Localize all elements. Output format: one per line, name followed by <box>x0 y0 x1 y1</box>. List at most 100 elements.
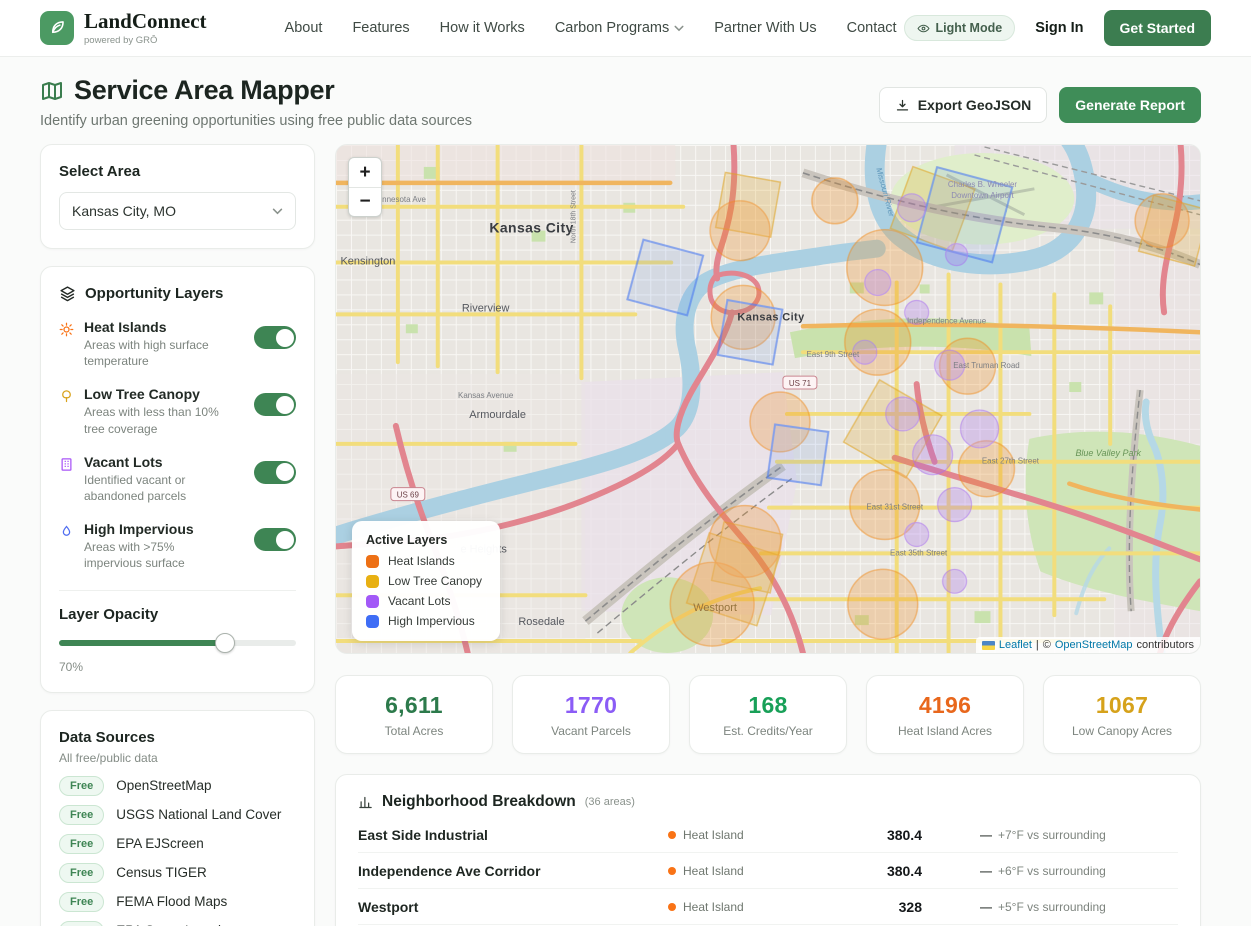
leaflet-link[interactable]: Leaflet <box>999 639 1032 651</box>
slider-thumb[interactable] <box>215 633 235 653</box>
divider <box>59 590 296 591</box>
stat-value: 1770 <box>519 692 663 719</box>
acreage-value: 380.4 <box>838 827 948 843</box>
zoom-in-button[interactable]: + <box>349 158 381 187</box>
stat-total-acres: 6,611 Total Acres <box>335 675 493 754</box>
heat-island-dot <box>668 831 676 839</box>
light-mode-toggle[interactable]: Light Mode <box>904 15 1016 41</box>
map-zoom-control: + − <box>348 157 382 217</box>
light-mode-label: Light Mode <box>936 21 1003 35</box>
attribution-suffix: contributors <box>1137 639 1194 651</box>
sign-in-link[interactable]: Sign In <box>1035 20 1083 36</box>
stat-est-credits: 168 Est. Credits/Year <box>689 675 847 754</box>
select-area-heading: Select Area <box>59 163 296 180</box>
layer-name: Heat Islands <box>84 319 244 335</box>
nav-carbon-programs-label: Carbon Programs <box>555 20 669 36</box>
breakdown-row: East Side Industrial Heat Island 380.4 —… <box>358 817 1178 852</box>
vacant-lots-toggle[interactable] <box>254 461 296 484</box>
layer-row-low-tree-canopy: Low Tree Canopy Areas with less than 10%… <box>59 386 296 436</box>
content-column: US 71US 69 Kansas CityKansas CityKensing… <box>335 144 1201 926</box>
heat-islands-toggle[interactable] <box>254 326 296 349</box>
opacity-value: 70% <box>59 660 296 674</box>
stats-row: 6,611 Total Acres 1770 Vacant Parcels 16… <box>335 675 1201 754</box>
nav-contact[interactable]: Contact <box>847 20 897 36</box>
layer-name: Vacant Lots <box>84 454 244 470</box>
free-badge: Free <box>59 892 104 912</box>
temperature-delta: —+5°F vs surrounding <box>948 900 1178 914</box>
svg-text:Kensington: Kensington <box>340 256 395 268</box>
svg-text:Charles B. Wheeler: Charles B. Wheeler <box>948 180 1017 189</box>
stat-label: Low Canopy Acres <box>1050 724 1194 738</box>
low-tree-canopy-swatch <box>366 575 379 588</box>
zoom-out-button[interactable]: − <box>349 187 381 216</box>
opacity-label: Layer Opacity <box>59 606 296 623</box>
stat-low-canopy-acres: 1067 Low Canopy Acres <box>1043 675 1201 754</box>
opacity-slider[interactable] <box>59 633 296 653</box>
stat-value: 6,611 <box>342 692 486 719</box>
legend-item: Heat Islands <box>366 554 482 568</box>
heat-island-tag: Heat Island <box>668 828 838 842</box>
breakdown-row: Independence Ave Corridor Heat Island 38… <box>358 852 1178 888</box>
breakdown-count: (36 areas) <box>585 796 635 808</box>
legend-label: Vacant Lots <box>388 594 450 608</box>
bar-chart-icon <box>358 795 373 810</box>
layers-heading: Opportunity Layers <box>85 285 223 302</box>
heat-island-dot <box>668 903 676 911</box>
dash-icon: — <box>980 828 992 842</box>
leaf-icon <box>48 18 67 37</box>
map-container: US 71US 69 Kansas CityKansas CityKensing… <box>335 144 1201 654</box>
building-icon <box>59 457 74 472</box>
free-badge: Free <box>59 776 104 796</box>
heat-islands-swatch <box>366 555 379 568</box>
data-source-item: Free FEMA Flood Maps <box>59 892 296 912</box>
legend-label: High Impervious <box>388 614 475 628</box>
nav-carbon-programs[interactable]: Carbon Programs <box>555 20 684 36</box>
droplet-icon <box>59 524 74 539</box>
data-source-item: FreeUSGS National Land Cover <box>59 805 296 825</box>
data-source-item: FreeCensus TIGER <box>59 863 296 883</box>
svg-text:Kansas Avenue: Kansas Avenue <box>458 391 514 400</box>
get-started-button[interactable]: Get Started <box>1104 10 1211 46</box>
high-impervious-swatch <box>366 615 379 628</box>
area-select[interactable]: Kansas City, MO <box>59 192 296 230</box>
low-tree-canopy-toggle[interactable] <box>254 393 296 416</box>
brand[interactable]: LandConnect powered by GRŌ <box>40 10 207 45</box>
flag-icon <box>982 641 995 650</box>
openstreetmap-link[interactable]: OpenStreetMap <box>1055 639 1133 651</box>
nav-how-it-works[interactable]: How it Works <box>440 20 525 36</box>
export-geojson-button[interactable]: Export GeoJSON <box>879 87 1048 123</box>
neighborhood-breakdown-panel: Neighborhood Breakdown (36 areas) East S… <box>335 774 1201 926</box>
stat-heat-island-acres: 4196 Heat Island Acres <box>866 675 1024 754</box>
map-legend: Active Layers Heat Islands Low Tree Cano… <box>352 521 500 641</box>
stat-label: Total Acres <box>342 724 486 738</box>
nav-features[interactable]: Features <box>352 20 409 36</box>
data-source-name: FEMA Flood Maps <box>116 894 227 909</box>
svg-text:East 35th Street: East 35th Street <box>890 548 948 557</box>
export-geojson-label: Export GeoJSON <box>918 97 1032 113</box>
vacant-lots-swatch <box>366 595 379 608</box>
generate-report-button[interactable]: Generate Report <box>1059 87 1201 123</box>
svg-text:US 71: US 71 <box>789 379 812 388</box>
legend-title: Active Layers <box>366 533 482 547</box>
nav-about[interactable]: About <box>285 20 323 36</box>
high-impervious-toggle[interactable] <box>254 528 296 551</box>
layers-icon <box>59 285 76 302</box>
dash-icon: — <box>980 864 992 878</box>
nav-partner-with-us[interactable]: Partner With Us <box>714 20 816 36</box>
sidebar: Select Area Kansas City, MO Opportunity … <box>40 144 315 926</box>
svg-text:US 69: US 69 <box>397 491 420 500</box>
select-area-panel: Select Area Kansas City, MO <box>40 144 315 249</box>
free-badge: Free <box>59 863 104 883</box>
svg-text:Kansas City: Kansas City <box>737 311 805 323</box>
svg-text:East 27th Street: East 27th Street <box>982 457 1040 466</box>
data-source-item: FreeOpenStreetMap <box>59 776 296 796</box>
legend-label: Low Tree Canopy <box>388 574 482 588</box>
svg-text:East 31st Street: East 31st Street <box>866 503 924 512</box>
svg-text:Rosedale: Rosedale <box>518 616 564 628</box>
top-navigation-bar: LandConnect powered by GRŌ About Feature… <box>0 0 1251 57</box>
data-sources-subtitle: All free/public data <box>59 751 296 765</box>
stat-value: 4196 <box>873 692 1017 719</box>
stat-label: Vacant Parcels <box>519 724 663 738</box>
svg-text:Westport: Westport <box>693 602 737 614</box>
free-badge: Free <box>59 921 104 926</box>
